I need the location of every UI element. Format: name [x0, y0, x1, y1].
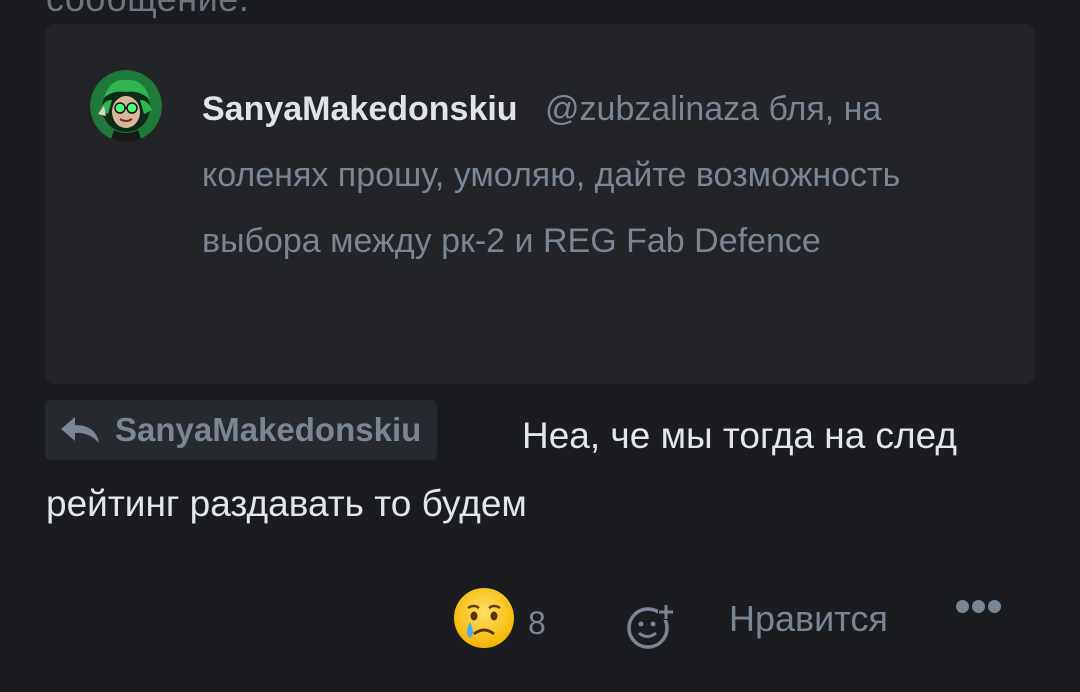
reply-to-username: SanyaMakedonskiu: [115, 411, 422, 448]
quote-author-avatar[interactable]: [90, 70, 162, 142]
reaction-crying-face[interactable]: 8: [452, 586, 546, 650]
previous-message-text: сообщение.: [46, 0, 249, 20]
quoted-message-body: SanyaMakedonskiu @zubzalinaza бля, на ко…: [202, 76, 992, 274]
more-dots-icon: [956, 600, 969, 613]
comment-actions-bar: 8 Нравится: [0, 580, 1080, 660]
quote-mention[interactable]: @zubzalinaza: [545, 90, 759, 128]
more-options-button[interactable]: [956, 600, 1001, 613]
quoted-message-card[interactable]: SanyaMakedonskiu @zubzalinaza бля, на ко…: [45, 24, 1035, 384]
quote-author-name[interactable]: SanyaMakedonskiu: [202, 90, 518, 128]
reply-to-chip[interactable]: SanyaMakedonskiu: [45, 400, 438, 460]
more-dot: [972, 600, 985, 613]
add-emoji-icon: [627, 604, 674, 649]
add-reaction-button[interactable]: [624, 602, 676, 655]
like-button[interactable]: Нравится: [729, 598, 888, 640]
crying-face-emoji-icon: [454, 588, 514, 648]
more-dot: [988, 600, 1001, 613]
avatar-image-icon: [90, 70, 162, 142]
comment-thread: сообщение. SanyaMakedonskiu @zubzalinaza: [0, 0, 1080, 692]
reaction-count: 8: [528, 605, 546, 641]
reply-arrow-icon: [61, 417, 99, 443]
